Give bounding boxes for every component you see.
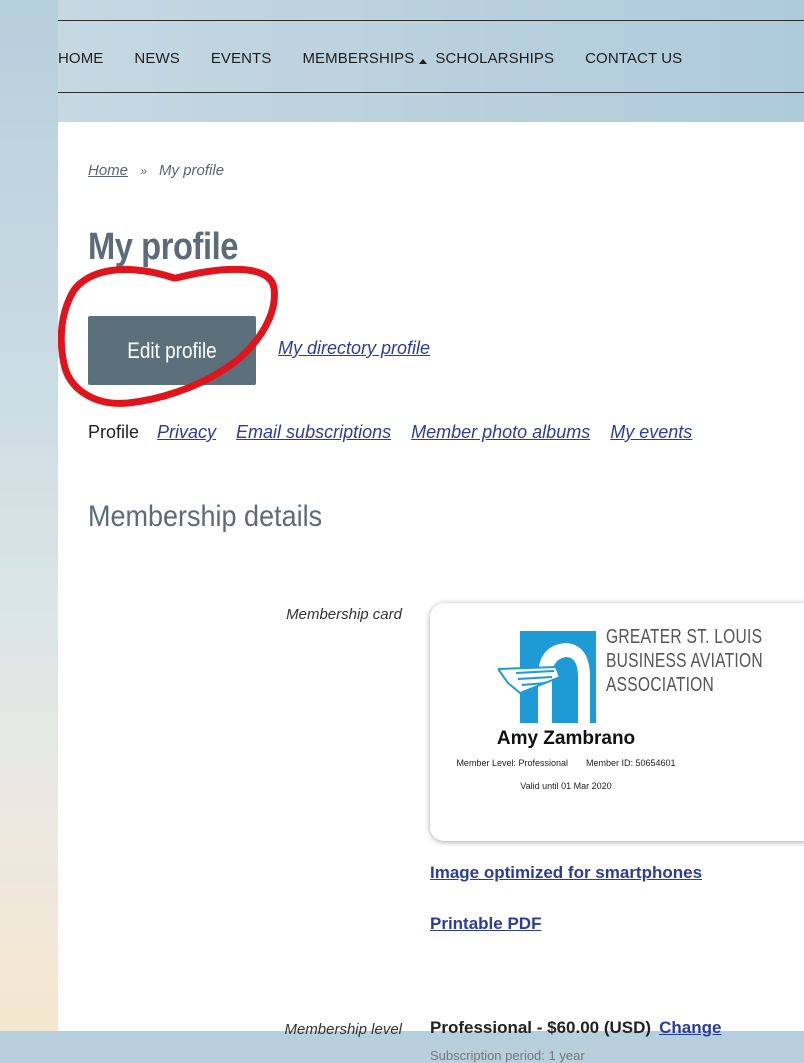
association-name-line-1: GREATER ST. LOUIS <box>606 626 763 648</box>
member-name: Amy Zambrano <box>496 728 636 749</box>
smartphone-image-link[interactable]: Image optimized for smartphones <box>430 863 702 883</box>
membership-card: GREATER ST. LOUIS BUSINESS AVIATION ASSO… <box>430 603 804 841</box>
dropdown-caret-icon <box>419 58 428 64</box>
valid-until-text: Valid until 01 Mar 2020 <box>520 781 612 791</box>
tab-my-events[interactable]: My events <box>610 422 692 443</box>
printable-pdf-link[interactable]: Printable PDF <box>430 914 541 934</box>
member-id-text: Member ID: 50654601 <box>586 758 676 768</box>
nav-top-divider <box>58 20 804 21</box>
tab-email-subscriptions[interactable]: Email subscriptions <box>236 422 391 443</box>
tab-privacy[interactable]: Privacy <box>157 422 216 443</box>
membership-details-heading: Membership details <box>88 500 323 533</box>
association-name-line-2: BUSINESS AVIATION <box>606 650 763 672</box>
member-level-text: Member Level: Professional <box>456 758 568 768</box>
nav-home[interactable]: HOME <box>58 50 103 67</box>
tab-profile[interactable]: Profile <box>88 422 139 443</box>
membership-card-label: Membership card <box>286 606 402 623</box>
subscription-period: Subscription period: 1 year <box>430 1048 585 1063</box>
membership-level-text: Professional - $60.00 (USD) <box>430 1018 652 1037</box>
breadcrumb-home-link[interactable]: Home <box>88 162 128 179</box>
breadcrumb-current: My profile <box>159 162 225 179</box>
nav-events[interactable]: EVENTS <box>211 50 272 67</box>
nav-scholarships[interactable]: SCHOLARSHIPS <box>435 50 554 67</box>
edit-profile-button[interactable]: Edit profile <box>88 316 256 385</box>
my-directory-profile-link[interactable]: My directory profile <box>278 338 430 359</box>
nav-news[interactable]: NEWS <box>134 50 179 67</box>
tab-member-photo-albums[interactable]: Member photo albums <box>411 422 590 443</box>
nav-contact-us[interactable]: CONTACT US <box>585 50 682 67</box>
membership-level-value: Professional - $60.00 (USD) Change <box>430 1018 721 1038</box>
page-title: My profile <box>88 226 239 268</box>
breadcrumb-separator: » <box>140 164 147 178</box>
membership-level-label: Membership level <box>284 1021 402 1038</box>
change-membership-link[interactable]: Change <box>659 1018 721 1037</box>
profile-tabs: Profile Privacy Email subscriptions Memb… <box>88 422 712 443</box>
association-name: GREATER ST. LOUIS BUSINESS AVIATION ASSO… <box>606 625 770 697</box>
association-name-line-3: ASSOCIATION <box>606 674 715 696</box>
main-nav: HOME NEWS EVENTS MEMBERSHIPS SCHOLARSHIP… <box>58 46 804 70</box>
edit-profile-label: Edit profile <box>127 337 217 363</box>
association-logo-icon <box>498 631 596 723</box>
nav-memberships[interactable]: MEMBERSHIPS <box>302 49 428 67</box>
nav-bottom-divider <box>58 92 804 93</box>
main-content: Home » My profile My profile Edit profil… <box>58 122 804 1063</box>
member-meta: Member Level: Professional Member ID: 506… <box>430 758 702 768</box>
breadcrumb: Home » My profile <box>88 162 224 179</box>
nav-memberships-label: MEMBERSHIPS <box>302 49 415 67</box>
